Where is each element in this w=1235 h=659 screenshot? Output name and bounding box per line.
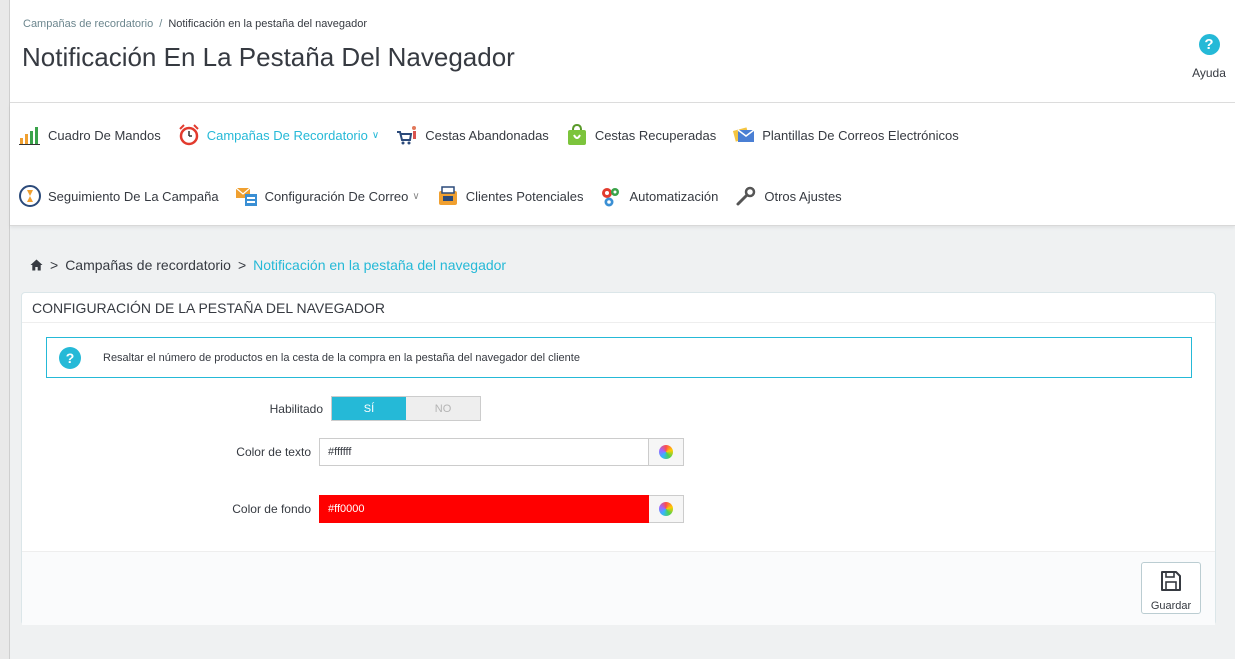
menu-item-potential-customers[interactable]: Clientes Potenciales — [436, 184, 584, 208]
menu-item-label: Plantillas De Correos Electrónicos — [762, 127, 959, 143]
home-icon[interactable] — [30, 259, 43, 271]
switch-yes-option[interactable]: SÍ — [332, 397, 406, 420]
text-color-picker-button[interactable] — [649, 438, 684, 466]
save-label: Guardar — [1150, 600, 1192, 612]
breadcrumb-current[interactable]: Notificación en la pestaña del navegador — [253, 257, 506, 273]
text-color-label: Color de texto — [236, 445, 311, 459]
alert-text: Resaltar el número de productos en la ce… — [103, 351, 580, 364]
info-alert: ? Resaltar el número de productos en la … — [46, 337, 1192, 378]
menu-item-label: Seguimiento De La Campaña — [48, 188, 219, 204]
text-color-input[interactable]: #ffffff — [319, 438, 649, 466]
text-color-row: Color de texto #ffffff — [19, 438, 684, 466]
wrench-icon — [736, 186, 756, 206]
module-menu: Cuadro De Mandos Campañas De Recordatori… — [10, 103, 1235, 226]
breadcrumb-separator: > — [237, 257, 247, 273]
page-header: Campañas de recordatorio / Notificación en… — [10, 0, 1235, 103]
breadcrumb-parent-link[interactable]: Campañas de recordatorio — [23, 18, 153, 30]
menu-item-label: Configuración De Correo — [264, 188, 409, 204]
bg-color-label: Color de fondo — [232, 502, 311, 516]
help-button[interactable]: ? Ayuda — [1189, 34, 1229, 80]
config-panel: CONFIGURACIÓN DE LA PESTAÑA DEL NAVEGADO… — [21, 292, 1216, 625]
menu-item-label: Campañas De Recordatorio — [206, 127, 368, 143]
enabled-switch[interactable]: SÍ NO — [331, 396, 481, 421]
email-templates-icon — [733, 127, 755, 142]
chevron-down-icon: ∨ — [371, 129, 380, 141]
lead-box-icon — [438, 186, 457, 205]
help-label: Ayuda — [1192, 66, 1226, 80]
menu-item-label: Cuadro De Mandos — [48, 127, 161, 143]
breadcrumb-separator: > — [50, 257, 59, 273]
page-title: Notificación En La Pestaña Del Navegador — [22, 42, 515, 72]
bar-chart-icon — [19, 127, 40, 145]
color-wheel-icon — [659, 502, 673, 516]
breadcrumb-parent-link[interactable]: Campañas de recordatorio — [65, 257, 231, 273]
bg-color-input[interactable]: #ff0000 — [319, 495, 649, 523]
chevron-down-icon: ∨ — [412, 190, 420, 202]
breadcrumb: Campañas de recordatorio / Notificación en… — [23, 18, 367, 30]
inner-breadcrumb: > Campañas de recordatorio > Notificació… — [30, 257, 506, 273]
hourglass-icon — [19, 185, 41, 207]
menu-item-abandoned-carts[interactable]: Cestas Abandonadas — [395, 123, 549, 147]
enabled-row: Habilitado SÍ NO — [31, 396, 481, 421]
menu-item-other-settings[interactable]: Otros Ajustes — [734, 184, 842, 208]
menu-item-automation[interactable]: Automatización — [599, 184, 718, 208]
shopping-bag-icon — [567, 123, 586, 145]
menu-item-label: Cestas Recuperadas — [594, 127, 717, 143]
menu-item-mail-configuration[interactable]: Configuración De Correo ∨ — [235, 184, 420, 208]
window-left-edge — [0, 0, 10, 659]
menu-item-email-templates[interactable]: Plantillas De Correos Electrónicos — [732, 123, 959, 147]
breadcrumb-current: Notificación en la pestaña del navegador — [168, 18, 368, 30]
color-wheel-icon — [659, 445, 673, 459]
menu-item-recovered-carts[interactable]: Cestas Recuperadas — [565, 123, 716, 147]
mail-server-icon — [235, 187, 257, 206]
floppy-disk-icon — [1161, 571, 1181, 591]
bg-color-row: Color de fondo #ff0000 — [19, 495, 684, 523]
question-circle-icon: ? — [1198, 34, 1220, 55]
menu-item-campaign-tracking[interactable]: Seguimiento De La Campaña — [18, 184, 219, 208]
enabled-label: Habilitado — [269, 401, 323, 416]
alarm-clock-icon — [179, 124, 199, 146]
menu-item-label: Clientes Potenciales — [465, 188, 584, 204]
gears-icon — [602, 188, 620, 207]
panel-footer: Guardar — [22, 551, 1215, 625]
menu-row-2: Seguimiento De La Campaña Configuración … — [18, 181, 858, 211]
menu-item-label: Automatización — [629, 188, 719, 204]
menu-row-1: Cuadro De Mandos Campañas De Recordatori… — [18, 120, 975, 150]
menu-item-label: Otros Ajustes — [764, 188, 842, 204]
switch-no-option[interactable]: NO — [406, 397, 480, 420]
menu-item-dashboard[interactable]: Cuadro De Mandos — [18, 123, 161, 147]
cart-person-icon — [397, 126, 417, 145]
bg-color-picker-button[interactable] — [649, 495, 684, 523]
panel-title: CONFIGURACIÓN DE LA PESTAÑA DEL NAVEGADO… — [22, 293, 1215, 323]
info-icon: ? — [59, 346, 81, 369]
save-button[interactable]: Guardar — [1141, 562, 1201, 614]
menu-item-reminder-campaigns[interactable]: Campañas De Recordatorio ∨ — [177, 123, 379, 147]
breadcrumb-separator: / — [159, 18, 163, 30]
menu-item-label: Cestas Abandonadas — [425, 127, 549, 143]
